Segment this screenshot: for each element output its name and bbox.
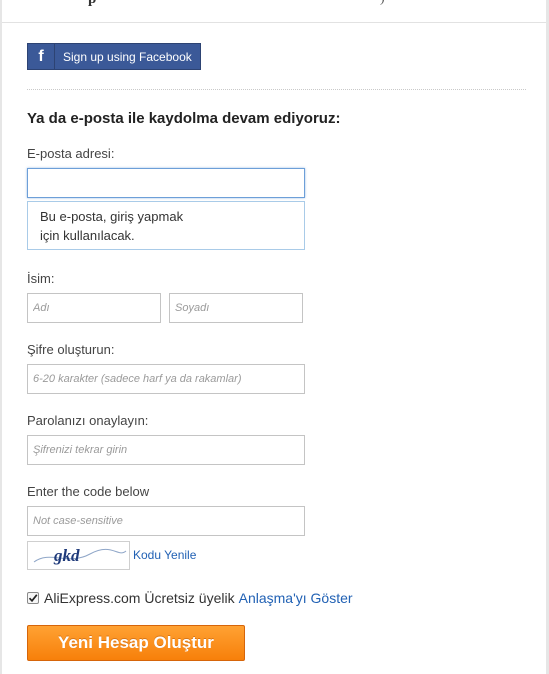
last-name-input[interactable] <box>169 293 303 323</box>
name-label: İsim: <box>27 271 55 286</box>
captcha-graphic: gkd <box>33 546 127 565</box>
confirm-password-input[interactable] <box>27 435 305 465</box>
agreement-row: AliExpress.com Ücretsiz üyelik Anlaşma'y… <box>27 589 353 607</box>
facebook-icon: f <box>28 44 55 69</box>
email-signup-heading: Ya da e-posta ile kaydolma devam ediyoru… <box>27 110 341 127</box>
top-cropped-header: p ) <box>0 0 549 23</box>
email-hint-line-2: için kullanılacak. <box>40 228 135 243</box>
email-hint-tooltip: Bu e-posta, giriş yapmak için kullanılac… <box>27 201 305 250</box>
email-label: E-posta adresi: <box>27 146 115 161</box>
agreement-text: AliExpress.com Ücretsiz üyelik <box>44 590 235 606</box>
show-agreement-link[interactable]: Anlaşma'yı Göster <box>239 590 353 606</box>
cropped-heading-fragment: p <box>88 0 96 8</box>
first-name-input[interactable] <box>27 293 161 323</box>
password-input[interactable] <box>27 364 305 394</box>
email-input[interactable] <box>27 168 305 198</box>
captcha-image: gkd <box>27 541 130 570</box>
password-label: Şifre oluşturun: <box>27 342 115 357</box>
email-hint-line-1: Bu e-posta, giriş yapmak <box>40 209 184 224</box>
section-divider <box>27 89 526 90</box>
captcha-label: Enter the code below <box>27 484 150 499</box>
facebook-signup-button[interactable]: f Sign up using Facebook <box>27 43 201 70</box>
facebook-signup-label: Sign up using Facebook <box>63 49 192 64</box>
cropped-text-fragment: ) <box>380 0 385 7</box>
captcha-input[interactable] <box>27 506 305 536</box>
checkmark-icon <box>28 594 38 603</box>
captcha-text: gkd <box>53 546 80 565</box>
panel-left-border <box>0 0 2 674</box>
confirm-password-label: Parolanızı onaylayın: <box>27 413 149 428</box>
agreement-checkbox[interactable] <box>27 592 39 604</box>
create-account-button[interactable]: Yeni Hesap Oluştur <box>27 625 245 661</box>
refresh-captcha-link[interactable]: Kodu Yenile <box>133 548 196 562</box>
